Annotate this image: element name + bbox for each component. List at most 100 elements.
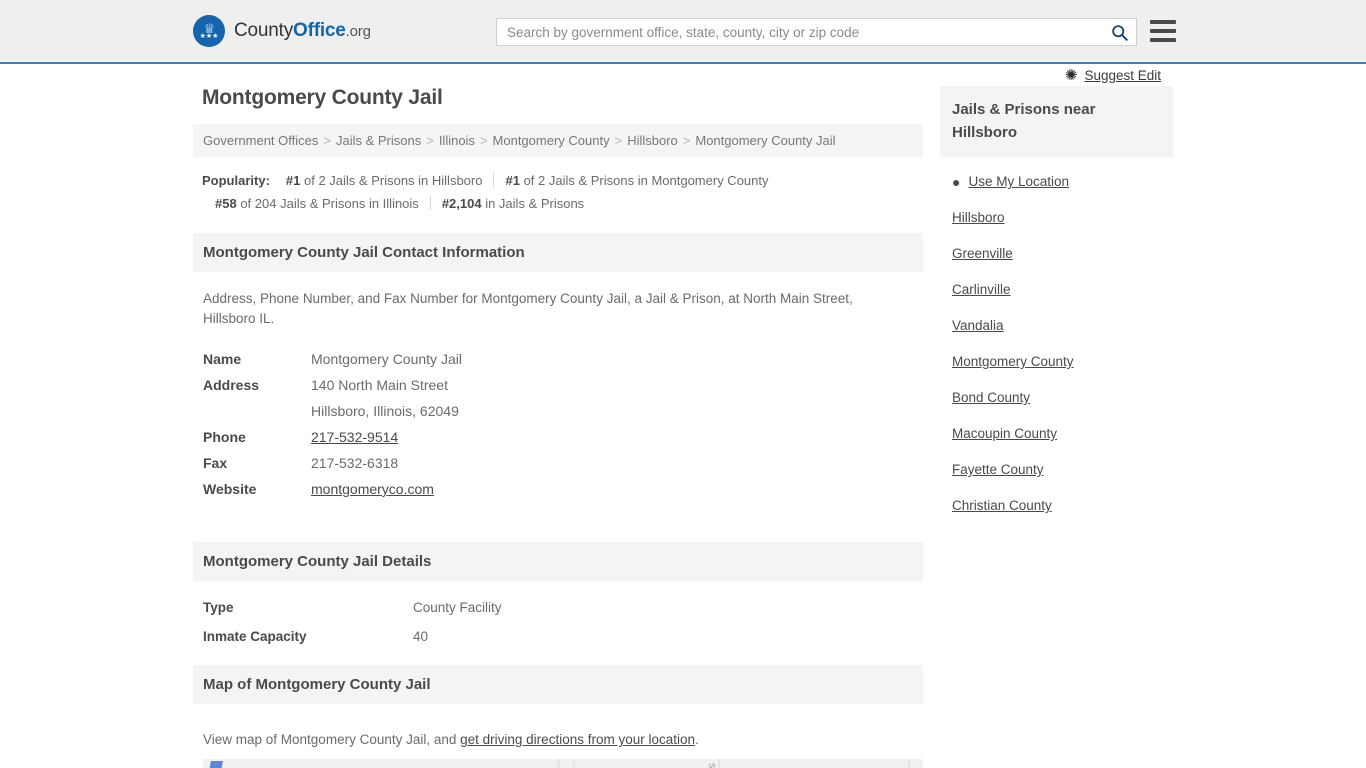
breadcrumb-item-hillsboro[interactable]: Hillsboro bbox=[627, 133, 678, 148]
popularity-entry-1: #1 of 2 Jails & Prisons in Hillsboro bbox=[275, 169, 494, 192]
table-row: Fax 217-532-6318 bbox=[203, 450, 913, 476]
stars-glyph: ★★★ bbox=[199, 32, 219, 40]
popularity-entry-3: #58 of 204 Jails & Prisons in Illinois bbox=[215, 192, 430, 215]
contact-section-heading: Montgomery County Jail Contact Informati… bbox=[193, 233, 923, 272]
map-route-marker bbox=[207, 761, 223, 768]
sidebar-item-label[interactable]: Montgomery County bbox=[952, 354, 1074, 369]
site-logo[interactable]: ♕ ★★★ CountyOffice.org bbox=[193, 15, 371, 47]
contact-table: Name Montgomery County Jail Address 140 … bbox=[203, 346, 913, 502]
contact-key-blank bbox=[203, 398, 311, 424]
breadcrumb-separator-icon: > bbox=[614, 133, 623, 148]
sidebar-item-christian-county[interactable]: Christian County bbox=[952, 498, 1173, 513]
map-embed[interactable]: St bbox=[203, 759, 923, 768]
sidebar-item-montgomery-county[interactable]: Montgomery County bbox=[952, 354, 1173, 369]
page-title: Montgomery County Jail bbox=[202, 86, 443, 109]
sidebar-item-greenville[interactable]: Greenville bbox=[952, 246, 1173, 261]
details-section-body: Type County Facility Inmate Capacity 40 bbox=[193, 581, 923, 651]
popularity-row-2: #58 of 204 Jails & Prisons in Illinois #2… bbox=[202, 192, 923, 215]
search-icon bbox=[1111, 24, 1128, 41]
breadcrumb-separator-icon: > bbox=[426, 133, 434, 148]
popularity-label: Popularity: bbox=[202, 173, 270, 188]
map-road-vertical-4 bbox=[908, 759, 910, 768]
eagle-glyph: ♕ bbox=[203, 20, 216, 36]
table-row: Name Montgomery County Jail bbox=[203, 346, 913, 372]
sidebar-item-bond-county[interactable]: Bond County bbox=[952, 390, 1173, 405]
table-row: Website montgomeryco.com bbox=[203, 476, 913, 502]
popularity-text-1: of 2 Jails & Prisons in Hillsboro bbox=[304, 173, 483, 188]
sidebar-item-fayette-county[interactable]: Fayette County bbox=[952, 462, 1173, 477]
map-section-heading: Map of Montgomery County Jail bbox=[193, 665, 923, 704]
logo-text-office: Office bbox=[293, 20, 346, 41]
sidebar-item-label[interactable]: Macoupin County bbox=[952, 426, 1057, 441]
map-road-vertical-1 bbox=[552, 759, 561, 768]
contact-intro-text: Address, Phone Number, and Fax Number fo… bbox=[203, 291, 853, 326]
driving-directions-link[interactable]: get driving directions from your locatio… bbox=[460, 732, 695, 747]
website-link[interactable]: montgomeryco.com bbox=[311, 481, 434, 497]
breadcrumb-item-government-offices[interactable]: Government Offices bbox=[203, 133, 318, 148]
breadcrumb-separator-icon: > bbox=[323, 133, 331, 148]
popularity-row-1: Popularity: #1 of 2 Jails & Prisons in Hi… bbox=[202, 169, 923, 192]
logo-text-county: County bbox=[234, 20, 294, 41]
table-row: Hillsboro, Illinois, 62049 bbox=[203, 398, 913, 424]
suggest-edit-button[interactable]: ✺ Suggest Edit bbox=[1065, 68, 1161, 83]
sidebar-item-macoupin-county[interactable]: Macoupin County bbox=[952, 426, 1173, 441]
hamburger-bar-3 bbox=[1150, 38, 1176, 42]
logo-text-org: .org bbox=[345, 23, 371, 40]
contact-value-address-line1: 140 North Main Street bbox=[311, 377, 448, 393]
breadcrumb-item-montgomery-county[interactable]: Montgomery County bbox=[493, 133, 610, 148]
breadcrumb-item-jails-prisons[interactable]: Jails & Prisons bbox=[336, 133, 421, 148]
breadcrumb-separator-icon: > bbox=[479, 133, 488, 148]
contact-key-name: Name bbox=[203, 351, 242, 367]
popularity-rank-1: #1 bbox=[285, 173, 301, 188]
sidebar-item-label[interactable]: Carlinville bbox=[952, 282, 1011, 297]
search-button[interactable] bbox=[1102, 19, 1136, 45]
map-note: View map of Montgomery County Jail, and … bbox=[203, 732, 913, 747]
contact-key-fax: Fax bbox=[203, 455, 228, 471]
sidebar-item-label[interactable]: Vandalia bbox=[952, 318, 1004, 333]
sidebar-item-label[interactable]: Greenville bbox=[952, 246, 1013, 261]
sidebar-item-vandalia[interactable]: Vandalia bbox=[952, 318, 1173, 333]
phone-link[interactable]: 217-532-9514 bbox=[311, 429, 398, 445]
contact-key-phone: Phone bbox=[203, 429, 246, 445]
hamburger-bar-1 bbox=[1150, 20, 1176, 24]
breadcrumb-item-illinois[interactable]: Illinois bbox=[439, 133, 475, 148]
contact-section-body: Address, Phone Number, and Fax Number fo… bbox=[193, 68, 1161, 502]
suggest-edit-label: Suggest Edit bbox=[1084, 68, 1161, 83]
pencil-edit-icon: ✺ bbox=[1064, 67, 1078, 84]
map-road-vertical-3 bbox=[718, 759, 720, 768]
map-street-label: St bbox=[707, 763, 716, 768]
map-note-suffix: . bbox=[695, 732, 699, 747]
county-office-logo-icon: ♕ ★★★ bbox=[193, 15, 225, 47]
sidebar-item-hillsboro[interactable]: Hillsboro bbox=[952, 210, 1173, 225]
map-pin-icon: ● bbox=[952, 173, 961, 190]
breadcrumb-item-current: Montgomery County Jail bbox=[695, 133, 836, 148]
popularity-entry-2: #1 of 2 Jails & Prisons in Montgomery Co… bbox=[494, 169, 779, 192]
table-row: Phone 217-532-9514 bbox=[203, 424, 913, 450]
sidebar-item-label[interactable]: Christian County bbox=[952, 498, 1052, 513]
sidebar-item-label[interactable]: Hillsboro bbox=[952, 210, 1005, 225]
popularity-rank-3: #58 bbox=[215, 196, 237, 211]
content-container: Montgomery County Jail Government Office… bbox=[193, 64, 1173, 768]
sidebar-item-carlinville[interactable]: Carlinville bbox=[952, 282, 1173, 297]
logo-wordmark: CountyOffice.org bbox=[234, 20, 371, 42]
contact-key-website: Website bbox=[203, 481, 257, 497]
search-bar[interactable] bbox=[496, 18, 1137, 46]
details-key-inmate-capacity: Inmate Capacity bbox=[203, 629, 307, 644]
sidebar-list: ● Use My Location Hillsboro Greenville C… bbox=[940, 157, 1173, 513]
sidebar-item-use-my-location[interactable]: ● Use My Location bbox=[952, 174, 1173, 189]
sidebar-item-label[interactable]: Bond County bbox=[952, 390, 1030, 405]
sidebar-item-label[interactable]: Use My Location bbox=[968, 174, 1069, 189]
sidebar: Jails & Prisons near Hillsboro ● Use My … bbox=[940, 64, 1173, 768]
sidebar-item-label[interactable]: Fayette County bbox=[952, 462, 1044, 477]
popularity-rank-4: #2,104 bbox=[441, 196, 482, 211]
search-input[interactable] bbox=[497, 19, 1102, 45]
hamburger-menu-button[interactable] bbox=[1150, 20, 1176, 42]
map-road-vertical-2 bbox=[568, 759, 576, 768]
table-row: Inmate Capacity 40 bbox=[203, 622, 913, 651]
contact-value-address-line2: Hillsboro, Illinois, 62049 bbox=[311, 403, 459, 419]
details-value-inmate-capacity: 40 bbox=[413, 629, 429, 644]
details-section-heading: Montgomery County Jail Details bbox=[193, 542, 923, 581]
main-column: Montgomery County Jail Government Office… bbox=[193, 64, 1161, 768]
sidebar-heading: Jails & Prisons near Hillsboro bbox=[940, 86, 1173, 157]
